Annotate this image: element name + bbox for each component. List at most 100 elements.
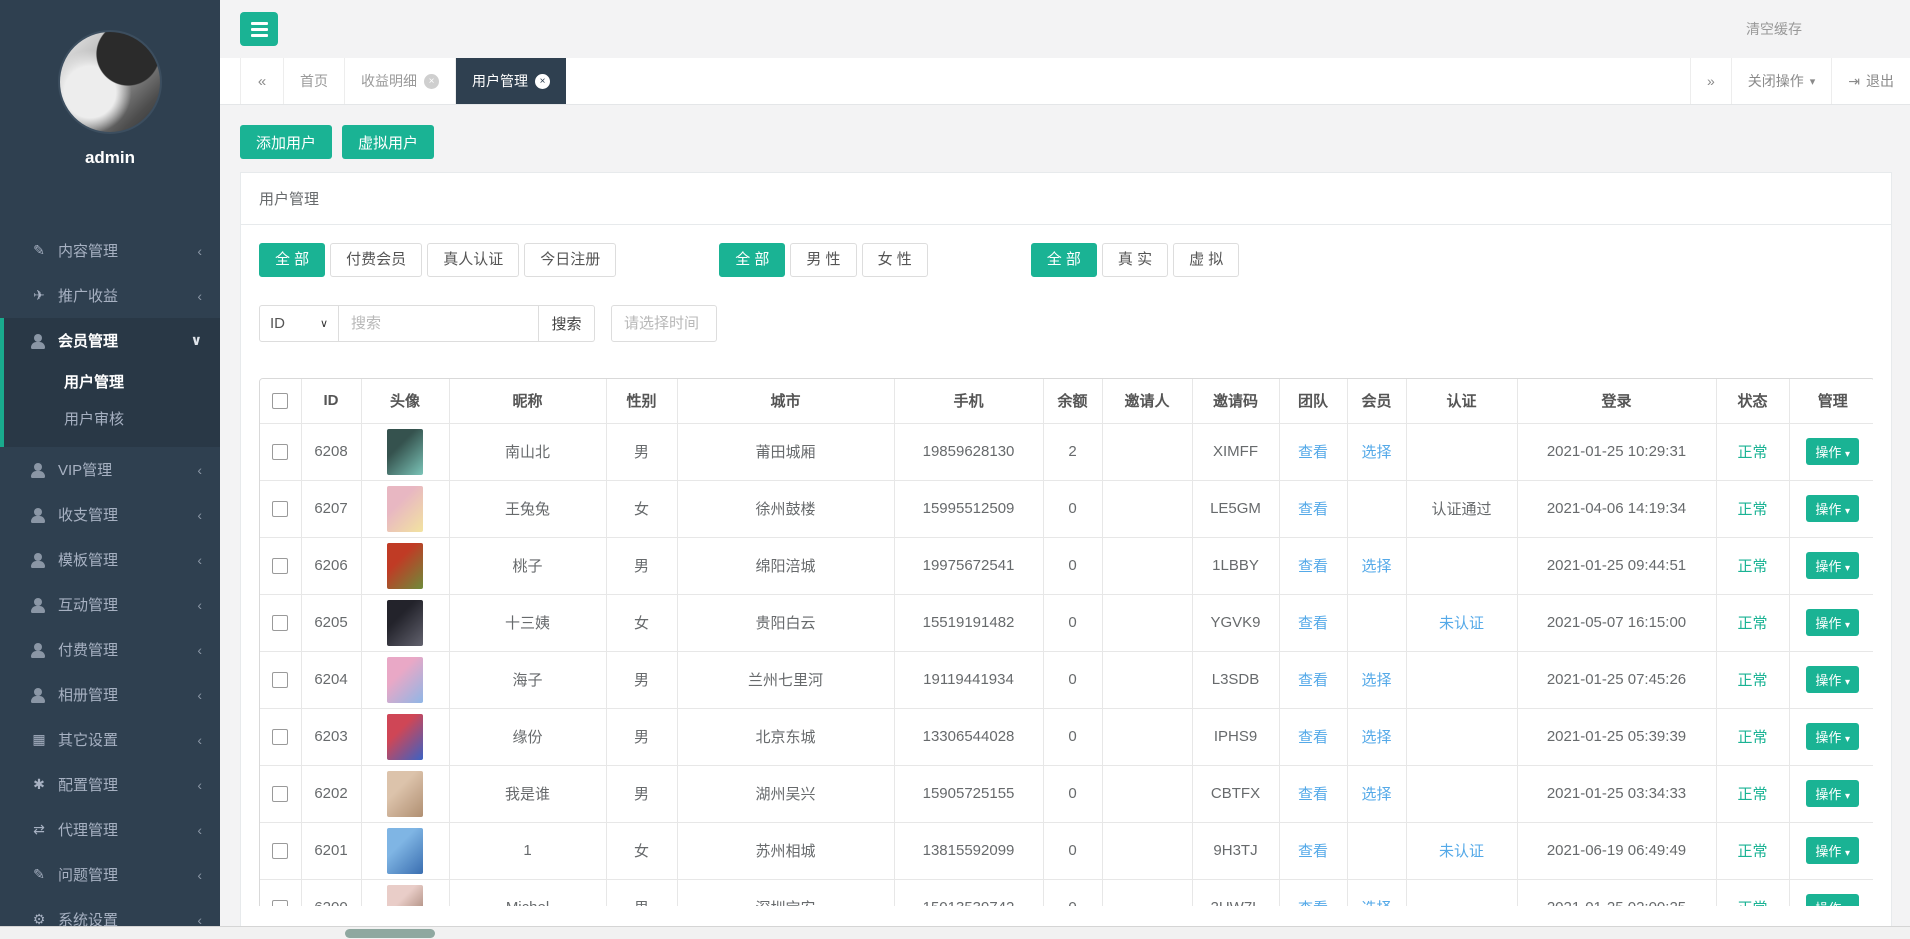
- sidebar-item-8[interactable]: 相册管理 ‹: [0, 672, 220, 717]
- member-select-link[interactable]: 选择: [1361, 672, 1391, 689]
- column-header: 认证: [1406, 379, 1517, 423]
- chevron-icon: ‹: [197, 777, 202, 793]
- search-field-select[interactable]: ID ∨: [259, 305, 339, 342]
- select-all-checkbox[interactable]: [272, 393, 288, 409]
- row-checkbox[interactable]: [272, 615, 288, 631]
- sidebar-item-4[interactable]: 收支管理 ‹: [0, 492, 220, 537]
- member-select-link[interactable]: 选择: [1361, 729, 1391, 746]
- row-action-button[interactable]: 操作 ▾: [1806, 666, 1859, 693]
- row-action-button[interactable]: 操作 ▾: [1806, 837, 1859, 864]
- filter-button[interactable]: 女 性: [862, 243, 928, 277]
- filter-button[interactable]: 付费会员: [330, 243, 422, 277]
- row-checkbox[interactable]: [272, 729, 288, 745]
- status-badge: 正常: [1737, 501, 1767, 518]
- sidebar-item-9[interactable]: ▦ 其它设置 ‹: [0, 717, 220, 762]
- filter-button[interactable]: 真人认证: [427, 243, 519, 277]
- table-row: 6204 海子 男 兰州七里河 19119441934 0 L3SDB 查看 选…: [260, 651, 1873, 708]
- row-checkbox[interactable]: [272, 558, 288, 574]
- row-action-button[interactable]: 操作 ▾: [1806, 609, 1859, 636]
- filter-button[interactable]: 全 部: [719, 243, 785, 277]
- clear-cache-link[interactable]: 清空缓存: [1746, 19, 1802, 39]
- sidebar-item-11[interactable]: ⇄ 代理管理 ‹: [0, 807, 220, 852]
- sidebar-item-2[interactable]: 会员管理 ∨: [4, 318, 220, 363]
- tab-1[interactable]: 收益明细 ×: [345, 58, 456, 104]
- member-select-link[interactable]: 选择: [1361, 444, 1391, 461]
- add-user-button[interactable]: 添加用户: [240, 125, 332, 159]
- tab-0[interactable]: 首页: [284, 58, 345, 104]
- scrollbar-thumb[interactable]: [345, 929, 435, 938]
- sidebar-item-3[interactable]: VIP管理 ‹: [0, 447, 220, 492]
- time-picker-input[interactable]: [611, 305, 717, 342]
- cell-login: 2021-04-06 14:19:34: [1517, 480, 1716, 537]
- sidebar-item-0[interactable]: ✎ 内容管理 ‹: [0, 228, 220, 273]
- cell-gender: 男: [606, 765, 677, 822]
- user-icon: [28, 687, 50, 703]
- tab-close-icon[interactable]: ×: [535, 74, 550, 89]
- sidebar-item-12[interactable]: ✎ 问题管理 ‹: [0, 852, 220, 897]
- filter-button[interactable]: 虚 拟: [1173, 243, 1239, 277]
- row-checkbox[interactable]: [272, 843, 288, 859]
- row-checkbox[interactable]: [272, 900, 288, 906]
- sidebar-item-6[interactable]: 互动管理 ‹: [0, 582, 220, 627]
- sidebar-subitem-0[interactable]: 用户管理: [4, 363, 220, 400]
- sidebar-item-5[interactable]: 模板管理 ‹: [0, 537, 220, 582]
- menu-toggle-button[interactable]: [240, 12, 278, 46]
- cell-invite-code: CBTFX: [1192, 765, 1279, 822]
- team-view-link[interactable]: 查看: [1298, 843, 1328, 860]
- sidebar-item-1[interactable]: ✈ 推广收益 ‹: [0, 273, 220, 318]
- edit-icon: ✎: [28, 242, 50, 259]
- member-select-link[interactable]: 选择: [1361, 786, 1391, 803]
- filter-button[interactable]: 全 部: [259, 243, 325, 277]
- search-input[interactable]: [339, 305, 539, 342]
- cell-login: 2021-01-25 09:44:51: [1517, 537, 1716, 594]
- team-view-link[interactable]: 查看: [1298, 672, 1328, 689]
- filter-button[interactable]: 真 实: [1102, 243, 1168, 277]
- book-icon: ▦: [28, 731, 50, 748]
- team-view-link[interactable]: 查看: [1298, 786, 1328, 803]
- search-button[interactable]: 搜索: [539, 305, 595, 342]
- column-header: 邀请码: [1192, 379, 1279, 423]
- cell-invite-code: L3SDB: [1192, 651, 1279, 708]
- member-select-link[interactable]: 选择: [1361, 558, 1391, 575]
- cell-cert: 认证通过: [1431, 501, 1491, 518]
- member-select-link[interactable]: 选择: [1361, 900, 1391, 906]
- team-view-link[interactable]: 查看: [1298, 444, 1328, 461]
- row-action-button[interactable]: 操作 ▾: [1806, 894, 1859, 906]
- row-action-button[interactable]: 操作 ▾: [1806, 552, 1859, 579]
- row-checkbox[interactable]: [272, 786, 288, 802]
- close-operations-dropdown[interactable]: 关闭操作 ▾: [1731, 58, 1832, 104]
- cell-login: 2021-01-25 10:29:31: [1517, 423, 1716, 480]
- virtual-user-button[interactable]: 虚拟用户: [342, 125, 434, 159]
- avatar[interactable]: [58, 30, 162, 134]
- caret-down-icon: ▾: [1810, 75, 1816, 88]
- team-view-link[interactable]: 查看: [1298, 558, 1328, 575]
- filter-button[interactable]: 男 性: [790, 243, 856, 277]
- toolbar: 添加用户 虚拟用户: [240, 125, 1890, 159]
- sidebar-subitem-1[interactable]: 用户审核: [4, 400, 220, 437]
- team-view-link[interactable]: 查看: [1298, 729, 1328, 746]
- chevron-icon: ‹: [197, 642, 202, 658]
- sidebar-item-7[interactable]: 付费管理 ‹: [0, 627, 220, 672]
- tabs-scroll-right-button[interactable]: »: [1690, 58, 1731, 104]
- row-checkbox[interactable]: [272, 672, 288, 688]
- row-action-button[interactable]: 操作 ▾: [1806, 780, 1859, 807]
- user-avatar: [387, 828, 423, 874]
- tab-2[interactable]: 用户管理 ×: [456, 58, 566, 104]
- row-action-button[interactable]: 操作 ▾: [1806, 438, 1859, 465]
- cell-login: 2021-05-07 16:15:00: [1517, 594, 1716, 651]
- sidebar-item: VIP管理 ‹: [0, 447, 220, 492]
- tab-close-icon[interactable]: ×: [424, 74, 439, 89]
- team-view-link[interactable]: 查看: [1298, 900, 1328, 906]
- row-action-button[interactable]: 操作 ▾: [1806, 495, 1859, 522]
- tabs-scroll-left-button[interactable]: «: [240, 58, 284, 104]
- row-checkbox[interactable]: [272, 501, 288, 517]
- logout-button[interactable]: ⇥ 退出: [1831, 58, 1910, 104]
- row-checkbox[interactable]: [272, 444, 288, 460]
- team-view-link[interactable]: 查看: [1298, 615, 1328, 632]
- row-action-button[interactable]: 操作 ▾: [1806, 723, 1859, 750]
- sidebar-item-10[interactable]: ✱ 配置管理 ‹: [0, 762, 220, 807]
- team-view-link[interactable]: 查看: [1298, 501, 1328, 518]
- sidebar-item: ▦ 其它设置 ‹: [0, 717, 220, 762]
- filter-button[interactable]: 全 部: [1031, 243, 1097, 277]
- filter-button[interactable]: 今日注册: [524, 243, 616, 277]
